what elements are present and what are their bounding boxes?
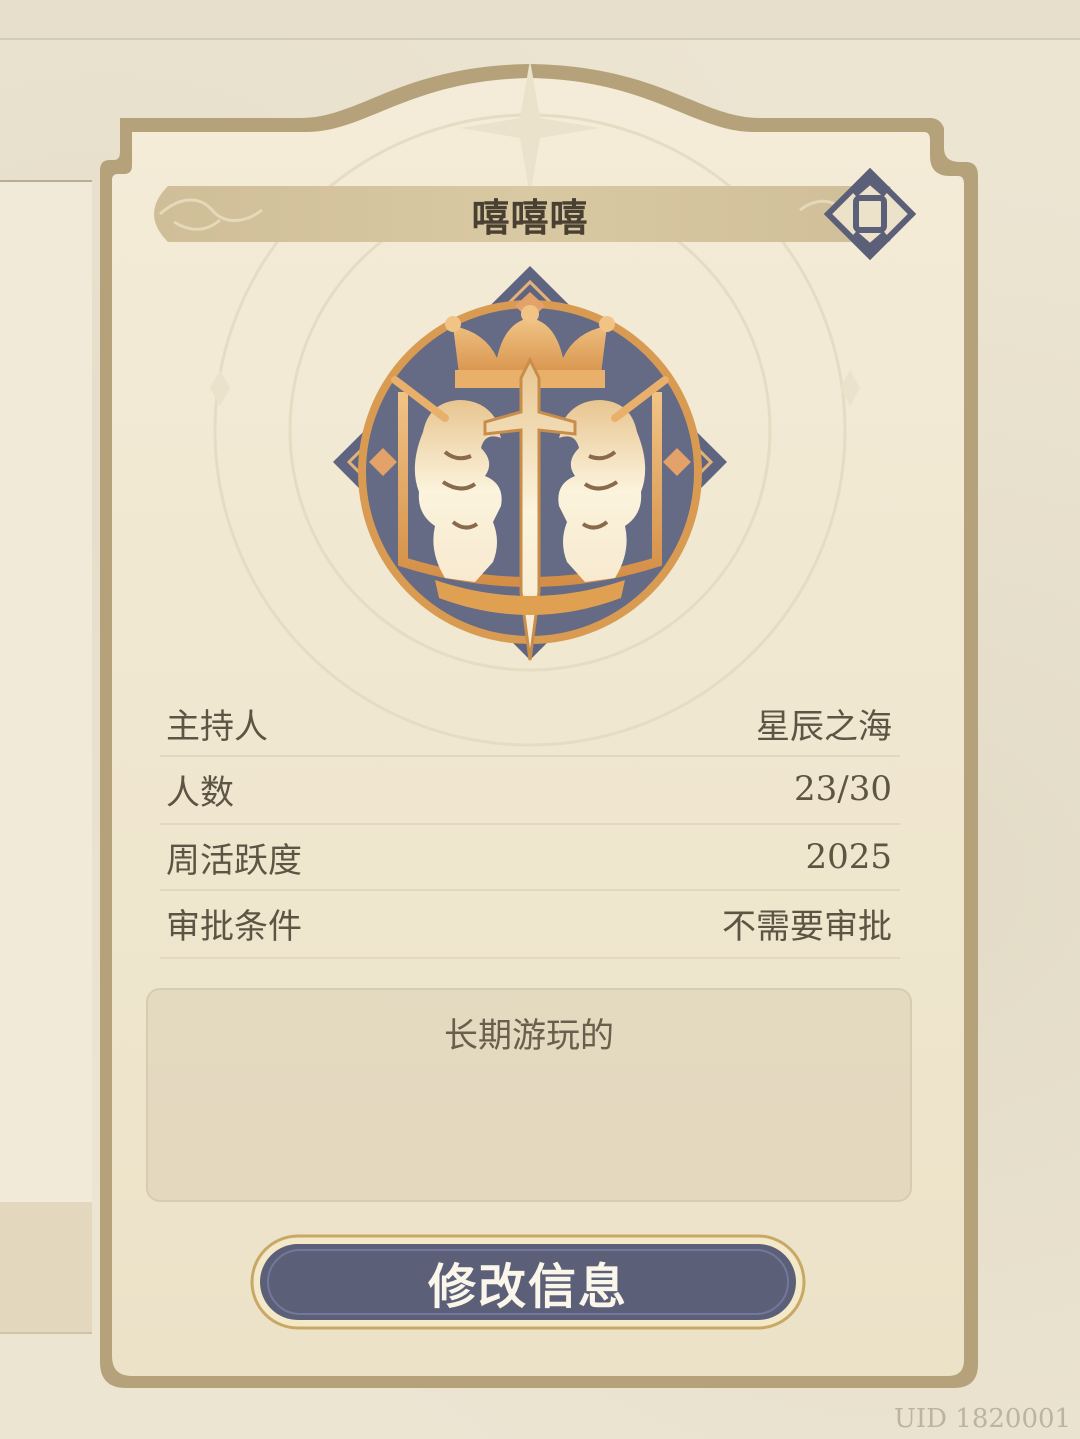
crowned-lions-sword-crest-icon [333,266,727,661]
edit-info-button[interactable]: 修改信息 [250,1232,806,1332]
user-id: UID 1820001 [894,1404,1072,1434]
guild-name: 嘻嘻嘻 [471,194,589,240]
info-row-approval: 审批条件 不需要审批 [160,890,900,956]
members-label: 人数 [166,772,234,813]
members-value: 23/30 [794,769,892,809]
divider [160,957,900,959]
guild-description-box: 长期游玩的 [146,988,912,1202]
approval-label: 审批条件 [166,906,302,947]
info-row-host: 主持人 星辰之海 [160,690,900,756]
weekly-activity-label: 周活跃度 [166,840,302,881]
info-row-weekly-activity: 周活跃度 2025 [160,824,900,890]
swap-emblem-icon [823,167,917,261]
edit-button-label: 修改信息 [427,1259,628,1315]
weekly-activity-value: 2025 [805,837,892,877]
info-row-members: 人数 23/30 [160,756,900,822]
host-label: 主持人 [166,706,268,747]
host-value: 星辰之海 [756,706,892,747]
approval-value: 不需要审批 [722,906,892,947]
guild-description: 长期游玩的 [444,1016,614,1056]
guild-name-bar: 嘻嘻嘻 [150,184,910,244]
swap-emblem-button[interactable] [823,167,917,261]
